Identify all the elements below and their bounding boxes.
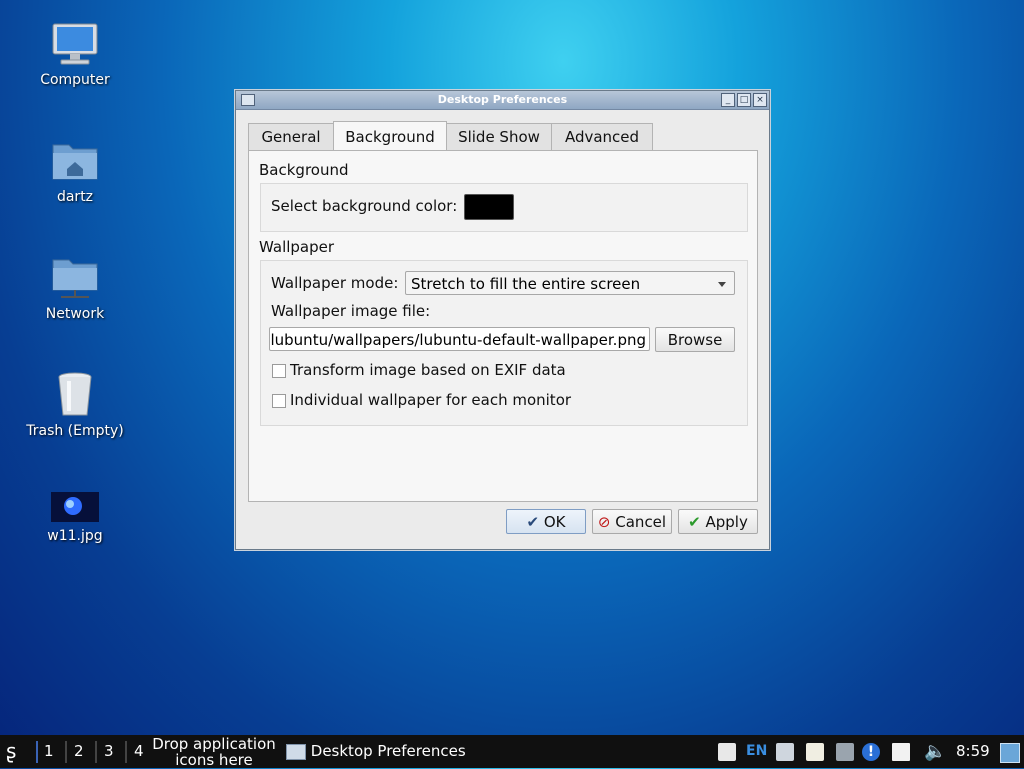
update-notifier-icon[interactable]: !: [862, 743, 880, 761]
start-menu-icon[interactable]: ʂ: [6, 735, 16, 768]
wallpaper-section-title: Wallpaper: [259, 238, 335, 256]
apply-button[interactable]: ✔ Apply: [678, 509, 758, 534]
tab-advanced[interactable]: Advanced: [551, 123, 653, 150]
ok-button-label: OK: [543, 513, 566, 531]
taskbar-separator: [36, 741, 38, 763]
desktop-icon-dartz[interactable]: dartz: [20, 137, 130, 205]
launcher-drop-area[interactable]: Drop application icons here: [152, 736, 276, 769]
workspace-3[interactable]: 3: [104, 735, 114, 768]
trash-icon: [58, 372, 92, 416]
background-color-label: Select background color:: [271, 197, 458, 215]
desktop-icon-label: Trash (Empty): [26, 423, 124, 439]
background-section-title: Background: [259, 161, 349, 179]
tools-icon[interactable]: [836, 743, 854, 761]
apply-button-label: Apply: [705, 513, 748, 531]
tab-slide-show[interactable]: Slide Show: [446, 123, 552, 150]
home-folder-icon: [52, 144, 98, 180]
cancel-button-label: Cancel: [615, 513, 667, 531]
desktop-icon-network[interactable]: Network: [20, 254, 130, 322]
desktop-icon-label: Network: [45, 306, 105, 322]
exif-checkbox[interactable]: [272, 364, 286, 378]
tab-background[interactable]: Background: [333, 121, 447, 150]
cancel-button[interactable]: ⊘ Cancel: [592, 509, 672, 534]
task-desktop-preferences[interactable]: Desktop Preferences: [286, 735, 466, 768]
desktop-icon-label: Computer: [40, 72, 110, 88]
task-label: Desktop Preferences: [310, 742, 466, 760]
check-icon: ✔: [688, 513, 701, 531]
workspace-4[interactable]: 4: [134, 735, 144, 768]
computer-icon: [52, 23, 98, 65]
wallpaper-mode-dropdown[interactable]: Stretch to fill the entire screen: [405, 271, 735, 295]
desktop-icon-label: dartz: [56, 189, 94, 205]
exif-checkbox-label[interactable]: Transform image based on EXIF data: [290, 361, 566, 379]
wallpaper-mode-value: Stretch to fill the entire screen: [411, 275, 641, 293]
network-folder-icon: [52, 259, 98, 298]
check-icon: ✔: [526, 513, 540, 531]
window-icon: [286, 743, 306, 760]
title-bar[interactable]: Desktop Preferences _ □ ×: [236, 91, 769, 110]
background-group: Select background color:: [260, 183, 748, 232]
tab-general[interactable]: General: [248, 123, 334, 150]
show-desktop-icon[interactable]: [1000, 743, 1020, 763]
desktop-icon-label: w11.jpg: [47, 528, 103, 544]
minimize-button[interactable]: _: [721, 93, 735, 107]
wallpaper-file-input[interactable]: lubuntu/wallpapers/lubuntu-default-wallp…: [269, 327, 650, 351]
maximize-button[interactable]: □: [737, 93, 751, 107]
clock[interactable]: 8:59: [956, 735, 990, 768]
notes-icon[interactable]: [806, 743, 824, 761]
ok-button[interactable]: ✔ OK: [506, 509, 586, 534]
image-file-icon: [51, 492, 99, 522]
launcher-hint-line1: Drop application: [152, 735, 276, 753]
close-button[interactable]: ×: [753, 93, 767, 107]
keyboard-layout-indicator[interactable]: EN: [746, 735, 767, 768]
wallpaper-mode-label: Wallpaper mode:: [271, 274, 399, 292]
desktop-icon-w11[interactable]: w11.jpg: [20, 490, 130, 544]
wallpaper-file-label: Wallpaper image file:: [271, 302, 431, 320]
taskbar-separator: [65, 741, 67, 763]
tab-panel-background: Background Select background color: Wall…: [248, 150, 758, 502]
desktop-icon-trash[interactable]: Trash (Empty): [20, 371, 130, 439]
cancel-icon: ⊘: [597, 513, 611, 531]
desktop-preferences-window: Desktop Preferences _ □ × General Backgr…: [235, 90, 770, 550]
background-color-button[interactable]: [464, 194, 514, 220]
browse-button[interactable]: Browse: [655, 327, 735, 352]
taskbar-separator: [125, 741, 127, 763]
chevron-down-icon: [718, 282, 726, 287]
individual-wallpaper-checkbox[interactable]: [272, 394, 286, 408]
taskbar: ʂ 1 2 3 4 Drop application icons here De…: [0, 735, 1024, 768]
workspace-2[interactable]: 2: [74, 735, 84, 768]
network-icon[interactable]: [776, 743, 794, 761]
workspace-1[interactable]: 1: [44, 735, 54, 768]
volume-icon[interactable]: 🔈: [924, 735, 946, 768]
launcher-hint-line2: icons here: [175, 751, 253, 769]
desktop-icon-computer[interactable]: Computer: [20, 20, 130, 88]
individual-wallpaper-label[interactable]: Individual wallpaper for each monitor: [290, 391, 571, 409]
wallpaper-group: Wallpaper mode: Stretch to fill the enti…: [260, 260, 748, 426]
window-title: Desktop Preferences: [437, 93, 568, 106]
taskbar-separator: [95, 741, 97, 763]
battery-icon[interactable]: [892, 743, 910, 761]
clipboard-icon[interactable]: [718, 743, 736, 761]
